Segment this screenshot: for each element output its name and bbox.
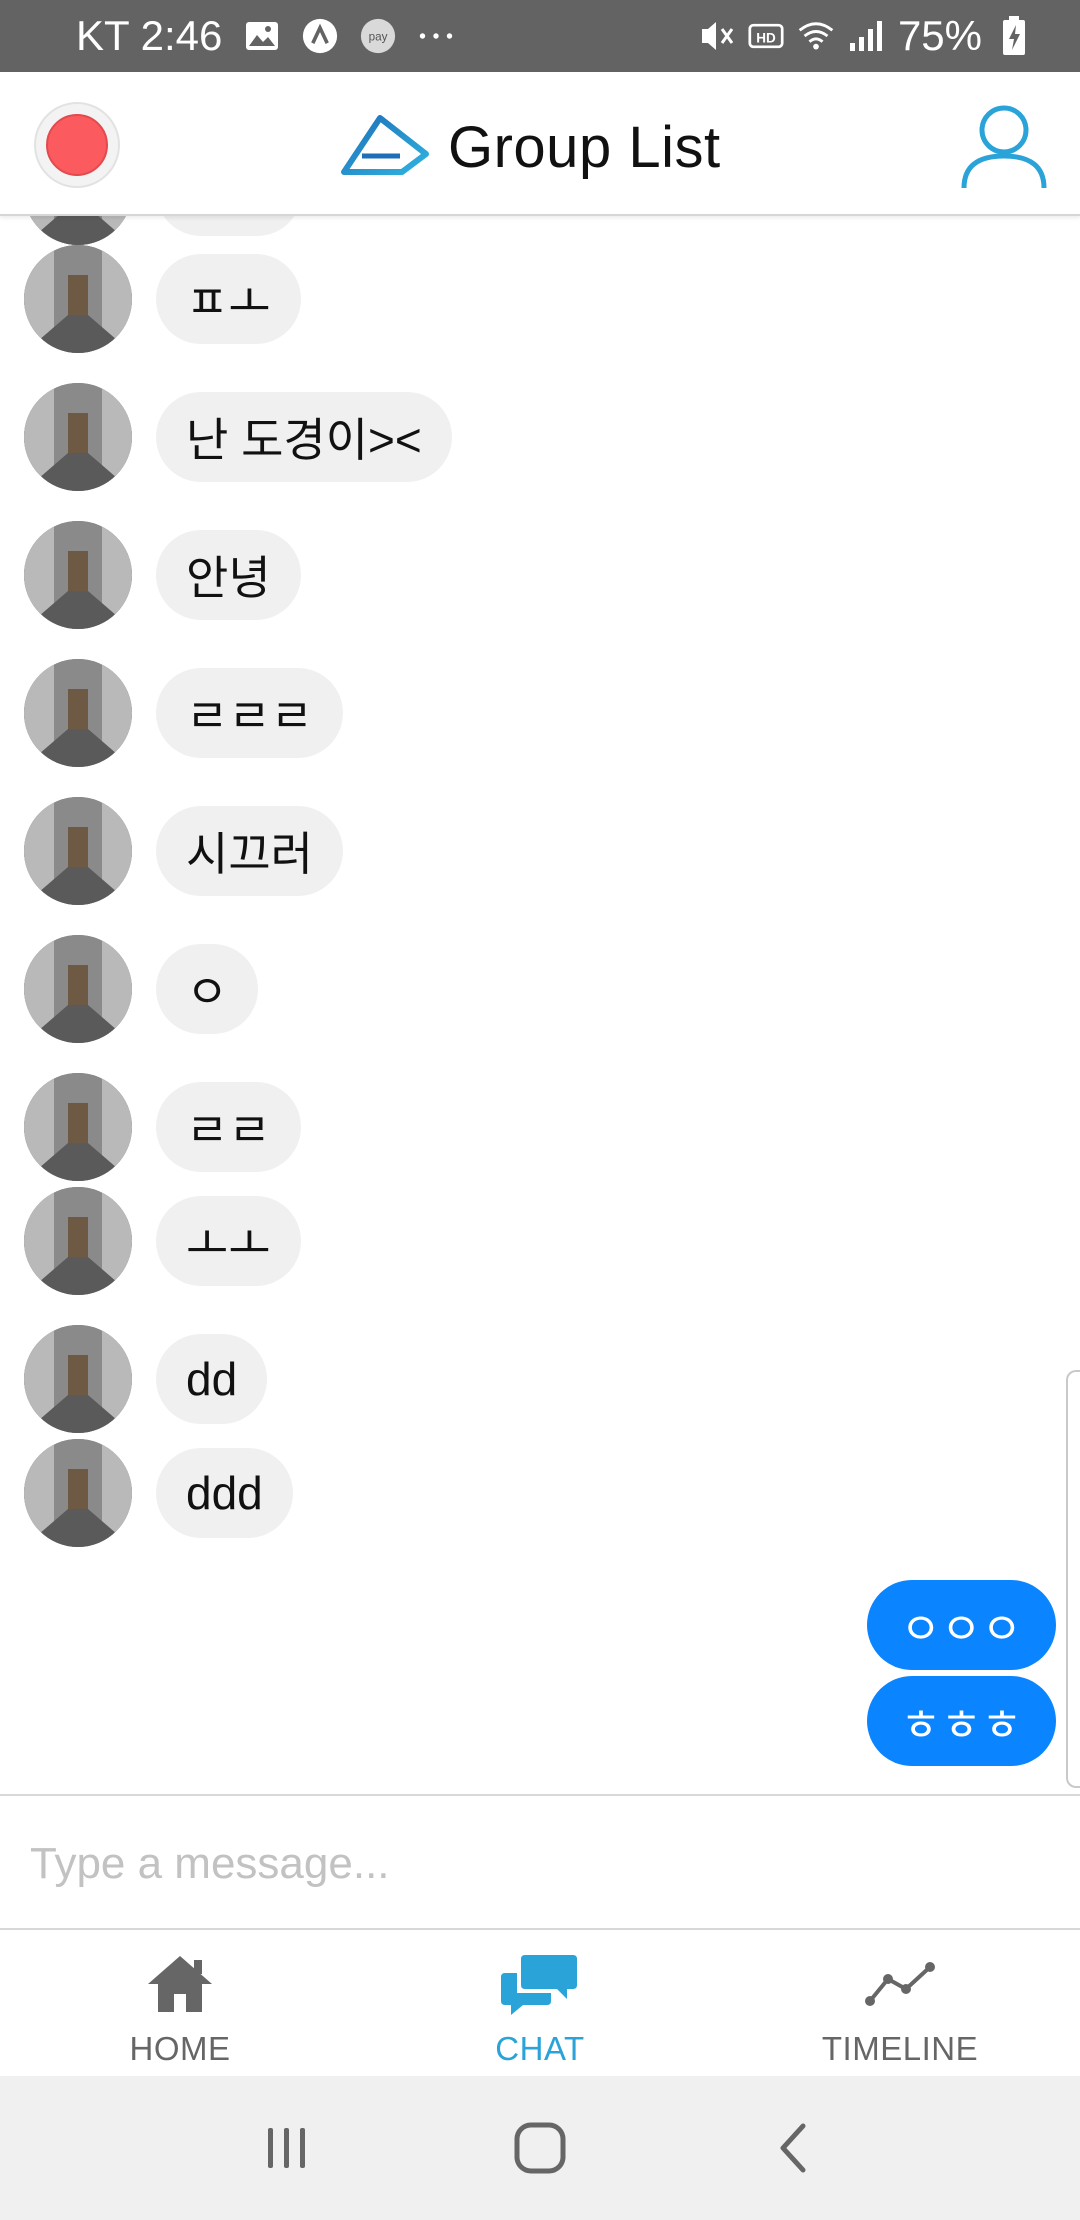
message-bubble: 난 도경이>< (156, 392, 452, 482)
message-bubble: dd (156, 1334, 268, 1424)
message-row: 안녕 (24, 520, 301, 630)
message-bubble: 안녕 (156, 530, 301, 620)
message-bubble: ddd (156, 1448, 293, 1538)
message-row: 시끄러 (24, 796, 343, 906)
tab-chat[interactable]: CHAT (360, 1930, 720, 2076)
avatar[interactable] (24, 1187, 132, 1295)
message-list[interactable]: ㅍㅗ 난 도경이>< 안녕 ㄹㄹㄹ 시끄러 ㅇ ㄹㄹ ㅗㅗ dd ddd ㅇㅇㅇ… (0, 216, 1080, 1794)
message-row: ㅗㅗ (24, 1186, 301, 1296)
app-notification-icon (302, 18, 338, 54)
recent-apps-icon[interactable] (247, 2108, 327, 2188)
signal-icon (848, 18, 884, 54)
wifi-icon (798, 18, 834, 54)
battery-percent: 75% (897, 12, 982, 59)
message-row: 난 도경이>< (24, 382, 452, 492)
chat-icon (500, 1944, 580, 2024)
home-nav-icon[interactable] (500, 2108, 580, 2188)
home-icon (140, 1944, 220, 2024)
message-composer (0, 1794, 1080, 1930)
back-icon[interactable] (753, 2108, 833, 2188)
avatar[interactable] (24, 245, 132, 353)
user-icon (961, 105, 1047, 189)
message-row: dd (24, 1324, 268, 1434)
message-row: ㅍㅗ (24, 244, 301, 354)
logo-icon (340, 114, 430, 181)
avatar[interactable] (24, 659, 132, 767)
message-row-partial (24, 216, 302, 246)
avatar[interactable] (24, 935, 132, 1043)
bottom-tab-bar: HOME CHAT TIMELINE (0, 1930, 1080, 2076)
tab-label: HOME (129, 2030, 231, 2067)
message-bubble: ㅍㅗ (156, 254, 301, 344)
message-input[interactable] (30, 1824, 1030, 1904)
record-icon (46, 114, 108, 176)
image-icon (244, 18, 280, 54)
tab-label: CHAT (495, 2030, 585, 2067)
profile-button[interactable] (958, 100, 1050, 192)
message-bubble: ㅇ (156, 944, 259, 1034)
my-message-bubble: ㅎㅎㅎ (866, 1676, 1056, 1766)
avatar[interactable] (24, 797, 132, 905)
svg-text:pay: pay (369, 31, 388, 44)
mute-vibrate-icon (698, 18, 734, 54)
message-row: ㄹㄹ (24, 1072, 301, 1182)
avatar[interactable] (24, 216, 132, 245)
message-row: ddd (24, 1438, 293, 1548)
message-bubble: ㄹㄹ (156, 1082, 301, 1172)
page-title: Group List (448, 114, 721, 180)
avatar[interactable] (24, 1439, 132, 1547)
avatar[interactable] (24, 1073, 132, 1181)
pay-icon: pay (360, 18, 396, 54)
message-row: ㄹㄹㄹ (24, 658, 343, 768)
message-bubble (156, 216, 302, 236)
avatar[interactable] (24, 1325, 132, 1433)
tab-timeline[interactable]: TIMELINE (720, 1930, 1080, 2076)
scrollbar[interactable] (1066, 1370, 1080, 1788)
message-bubble: ㄹㄹㄹ (156, 668, 343, 758)
message-bubble: 시끄러 (156, 806, 343, 896)
hd-icon: HD (748, 18, 784, 54)
app-header: Group List (0, 72, 1080, 216)
tab-label: TIMELINE (821, 2030, 979, 2067)
more-notifications-icon (418, 18, 454, 54)
tab-home[interactable]: HOME (0, 1930, 360, 2076)
avatar[interactable] (24, 383, 132, 491)
header-title-group: Group List (340, 112, 721, 182)
record-button[interactable] (34, 102, 120, 188)
message-bubble: ㅗㅗ (156, 1196, 301, 1286)
battery-charging-icon (996, 16, 1032, 55)
avatar[interactable] (24, 521, 132, 629)
svg-text:HD: HD (756, 30, 776, 45)
system-navigation-bar (0, 2076, 1080, 2220)
message-row: ㅇ (24, 934, 259, 1044)
status-bar: KT 2:46 pay HD 75% (0, 0, 1080, 72)
carrier-time: KT 2:46 (76, 12, 223, 59)
my-message-bubble: ㅇㅇㅇ (866, 1580, 1056, 1670)
timeline-icon (860, 1944, 940, 2024)
